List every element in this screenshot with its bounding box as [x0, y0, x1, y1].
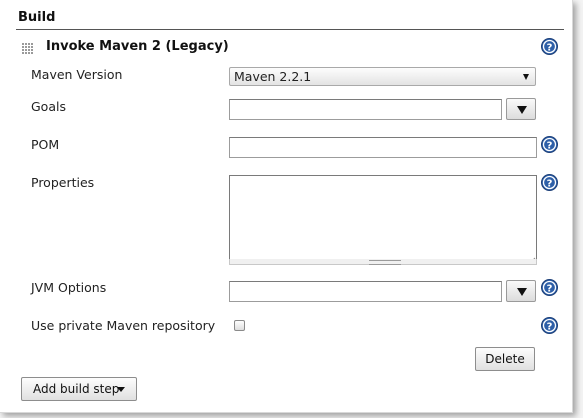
- textarea-resize-handle[interactable]: [229, 259, 537, 265]
- drag-handle-icon[interactable]: [22, 40, 34, 54]
- build-step-title: Invoke Maven 2 (Legacy): [46, 39, 229, 54]
- svg-text:?: ?: [547, 321, 553, 332]
- build-step-header: Invoke Maven 2 (Legacy): [20, 38, 565, 58]
- help-icon[interactable]: ?: [541, 38, 558, 55]
- chevron-down-icon: [117, 387, 125, 392]
- private-repo-label: Use private Maven repository: [31, 318, 216, 333]
- private-repo-checkbox[interactable]: [234, 320, 245, 331]
- goals-input[interactable]: [229, 99, 502, 120]
- delete-button[interactable]: Delete: [475, 347, 535, 371]
- goals-expand-button[interactable]: [506, 98, 536, 120]
- properties-label: Properties: [31, 175, 95, 190]
- section-title: Build: [18, 10, 56, 25]
- expand-arrow-icon: [517, 288, 527, 296]
- svg-text:?: ?: [547, 42, 553, 53]
- jvm-options-input[interactable]: [229, 281, 502, 302]
- textarea-resize-grip-icon[interactable]: [527, 250, 536, 265]
- add-build-step-button[interactable]: Add build step: [21, 377, 137, 401]
- help-icon[interactable]: ?: [541, 136, 558, 153]
- help-icon[interactable]: ?: [541, 279, 558, 296]
- pom-label: POM: [31, 137, 60, 152]
- svg-text:?: ?: [547, 283, 553, 294]
- add-build-step-label: Add build step: [33, 382, 120, 396]
- grip-lines-icon: [369, 260, 401, 265]
- svg-text:?: ?: [547, 178, 553, 189]
- jvm-options-expand-button[interactable]: [506, 280, 536, 302]
- expand-arrow-icon: [517, 106, 527, 114]
- maven-version-label: Maven Version: [31, 67, 123, 82]
- properties-textarea[interactable]: [229, 175, 537, 260]
- maven-version-select[interactable]: Maven 2.2.1: [229, 67, 536, 86]
- goals-label: Goals: [31, 99, 66, 114]
- chevron-down-icon: [523, 74, 529, 80]
- help-icon[interactable]: ?: [541, 317, 558, 334]
- maven-version-selected: Maven 2.2.1: [234, 69, 312, 84]
- section-divider: [16, 29, 564, 30]
- pom-input[interactable]: [229, 137, 537, 158]
- svg-text:?: ?: [547, 140, 553, 151]
- build-config-panel: Build Invoke Maven 2 (Legacy) ? ? ? ? ?: [0, 0, 573, 413]
- jvm-options-label: JVM Options: [31, 280, 107, 295]
- help-icon[interactable]: ?: [541, 174, 558, 191]
